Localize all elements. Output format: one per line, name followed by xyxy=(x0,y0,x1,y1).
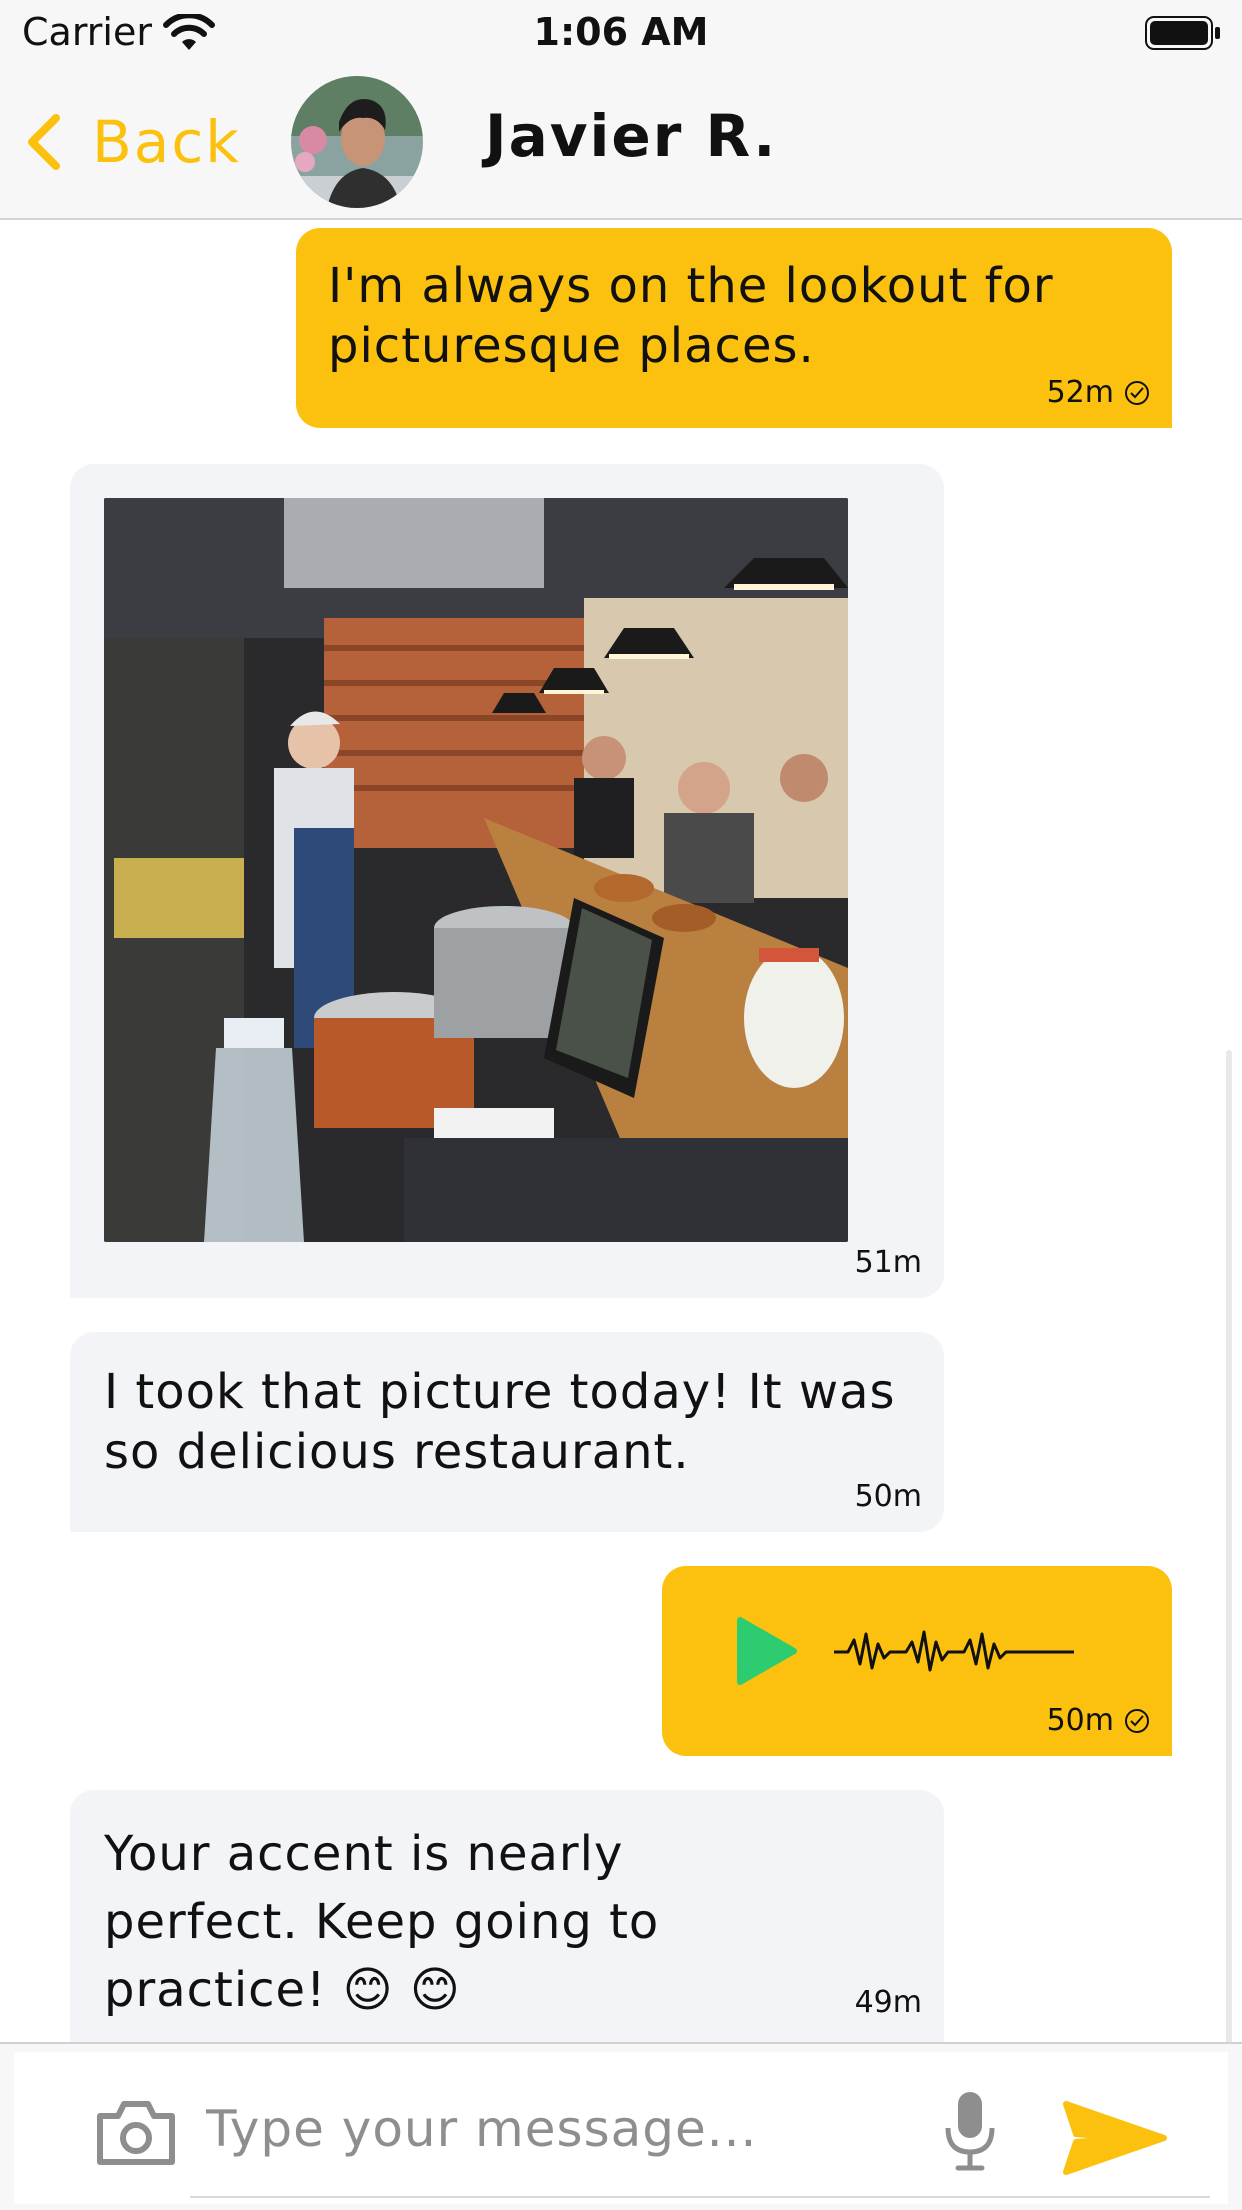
message-time: 49m xyxy=(854,1985,922,2020)
message-text: I took that picture today! It was so del… xyxy=(104,1364,896,1480)
message-time: 51m xyxy=(854,1245,922,1280)
message-incoming-image[interactable]: 51m xyxy=(70,464,944,1298)
message-meta: 50m xyxy=(1047,1703,1150,1738)
microphone-icon[interactable] xyxy=(940,2088,1000,2172)
message-time: 50m xyxy=(854,1479,922,1514)
message-meta: 50m xyxy=(855,1479,922,1514)
message-meta: 49m xyxy=(855,1985,922,2020)
message-meta: 51m xyxy=(855,1245,922,1280)
composer-field-container xyxy=(14,2052,1228,2204)
scrollbar[interactable] xyxy=(1226,1050,1232,2042)
chat-header: Back Javier R. xyxy=(0,70,1242,220)
send-icon[interactable] xyxy=(1062,2098,1168,2178)
contact-name: Javier R. xyxy=(485,102,778,170)
back-label: Back xyxy=(92,108,241,176)
battery-icon xyxy=(1145,16,1220,50)
check-circle-icon xyxy=(1125,380,1149,405)
chevron-left-icon xyxy=(28,114,60,170)
photo-illustration xyxy=(104,498,848,1242)
camera-icon[interactable] xyxy=(94,2096,178,2168)
message-time: 52m xyxy=(1046,375,1114,410)
message-outgoing[interactable]: I'm always on the lookout for picturesqu… xyxy=(296,228,1172,428)
back-button[interactable]: Back xyxy=(24,108,241,176)
message-time: 50m xyxy=(1046,1703,1114,1738)
message-composer xyxy=(0,2042,1242,2210)
waveform-icon xyxy=(834,1630,1074,1672)
message-list[interactable]: I'm always on the lookout for picturesqu… xyxy=(0,220,1242,2042)
avatar[interactable] xyxy=(291,76,423,208)
message-input[interactable] xyxy=(204,2078,928,2180)
input-underline xyxy=(190,2196,1210,2198)
message-outgoing-voice[interactable]: 50m xyxy=(662,1566,1172,1756)
message-incoming[interactable]: Your accent is nearly perfect. Keep goin… xyxy=(70,1790,944,2042)
status-bar: Carrier 1:06 AM xyxy=(0,0,1242,70)
restaurant-kitchen-photo[interactable] xyxy=(104,498,848,1242)
status-time: 1:06 AM xyxy=(533,10,709,54)
check-circle-icon xyxy=(1125,1708,1149,1733)
message-text: I'm always on the lookout for picturesqu… xyxy=(328,258,1054,374)
message-text: Your accent is nearly perfect. Keep goin… xyxy=(104,1826,660,2018)
avatar-photo xyxy=(291,76,423,208)
message-incoming[interactable]: I took that picture today! It was so del… xyxy=(70,1332,944,1532)
play-icon[interactable] xyxy=(734,1616,798,1686)
message-meta: 52m xyxy=(1047,375,1150,410)
